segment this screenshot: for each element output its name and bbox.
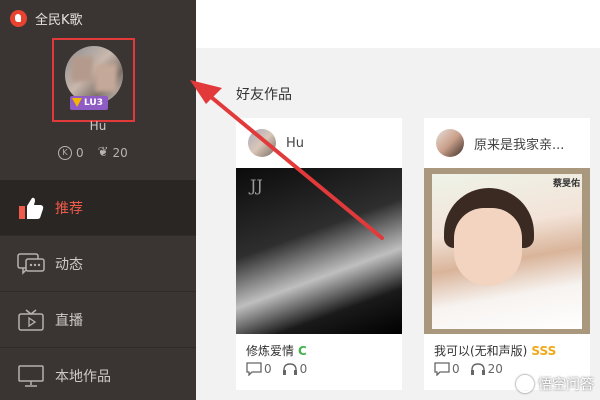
app-header: 全民K歌 [10, 9, 83, 28]
work-card[interactable]: 原来是我家亲... 蔡旻佑 我可以(无和声版) SSS 0 20 [424, 118, 590, 390]
tv-icon [17, 308, 45, 332]
watermark: 悟空问答 [516, 374, 594, 394]
comment-icon [246, 362, 262, 376]
work-card[interactable]: Hu JJ 修炼爱情 C 0 0 [236, 118, 402, 390]
listen-count: 20 [487, 362, 503, 376]
username[interactable]: Hu [0, 119, 196, 133]
card-header: 原来是我家亲... [424, 118, 590, 168]
listen-count: 0 [299, 362, 308, 376]
k-coin-icon: K [58, 145, 72, 160]
level-label: LU3 [84, 98, 103, 108]
monitor-icon [17, 364, 45, 388]
profile-stats: K 0 ❦ 20 [58, 145, 128, 160]
sidebar-item-label: 动态 [55, 256, 83, 273]
sidebar-nav: 推荐 动态 直播 本地作品 [0, 180, 196, 400]
cover-art-lettering: 蔡旻佑 [552, 179, 580, 189]
sidebar: 全民K歌 LU3 Hu K 0 ❦ 20 推荐 动态 直播 本地作品 [0, 0, 196, 400]
avatar[interactable] [436, 129, 464, 157]
grade-badge: SSS [531, 344, 557, 358]
card-username[interactable]: Hu [286, 136, 304, 151]
card-username[interactable]: 原来是我家亲... [474, 134, 564, 153]
chat-bubble-icon [17, 252, 45, 276]
sidebar-item-recommend[interactable]: 推荐 [0, 180, 196, 236]
watermark-logo-icon [516, 375, 534, 393]
sidebar-item-local-works[interactable]: 本地作品 [0, 348, 196, 400]
watermark-text: 悟空问答 [538, 377, 594, 393]
album-cover[interactable]: 蔡旻佑 [424, 168, 590, 334]
sidebar-item-feed[interactable]: 动态 [0, 236, 196, 292]
comment-count: 0 [452, 362, 460, 376]
sidebar-item-label: 本地作品 [55, 368, 111, 385]
app-title: 全民K歌 [35, 12, 83, 28]
thumbs-up-icon [17, 196, 45, 220]
headphones-icon [282, 363, 297, 375]
sidebar-item-label: 直播 [55, 312, 83, 329]
section-title: 好友作品 [236, 87, 292, 103]
top-bar [196, 0, 600, 48]
app-logo-icon [10, 9, 27, 27]
level-badge: LU3 [70, 96, 108, 110]
k-coin-count: 0 [76, 145, 84, 160]
comment-count: 0 [264, 362, 272, 376]
flower-count: 20 [112, 145, 128, 160]
sidebar-item-label: 推荐 [55, 200, 83, 217]
headphones-icon [470, 363, 485, 375]
comment-icon [434, 362, 450, 376]
flower-icon: ❦ [97, 145, 109, 160]
grade-badge: C [298, 344, 307, 358]
sidebar-item-live[interactable]: 直播 [0, 292, 196, 348]
album-cover[interactable]: JJ [236, 168, 402, 334]
song-title[interactable]: 修炼爱情 C [236, 334, 402, 362]
cover-art-lettering: JJ [250, 176, 263, 195]
card-stats: 0 0 [236, 362, 402, 376]
avatar-highlight-box: LU3 [52, 38, 135, 122]
vip-icon [72, 98, 82, 107]
card-header: Hu [236, 118, 402, 168]
song-title[interactable]: 我可以(无和声版) SSS [424, 334, 590, 362]
avatar[interactable] [248, 129, 276, 157]
